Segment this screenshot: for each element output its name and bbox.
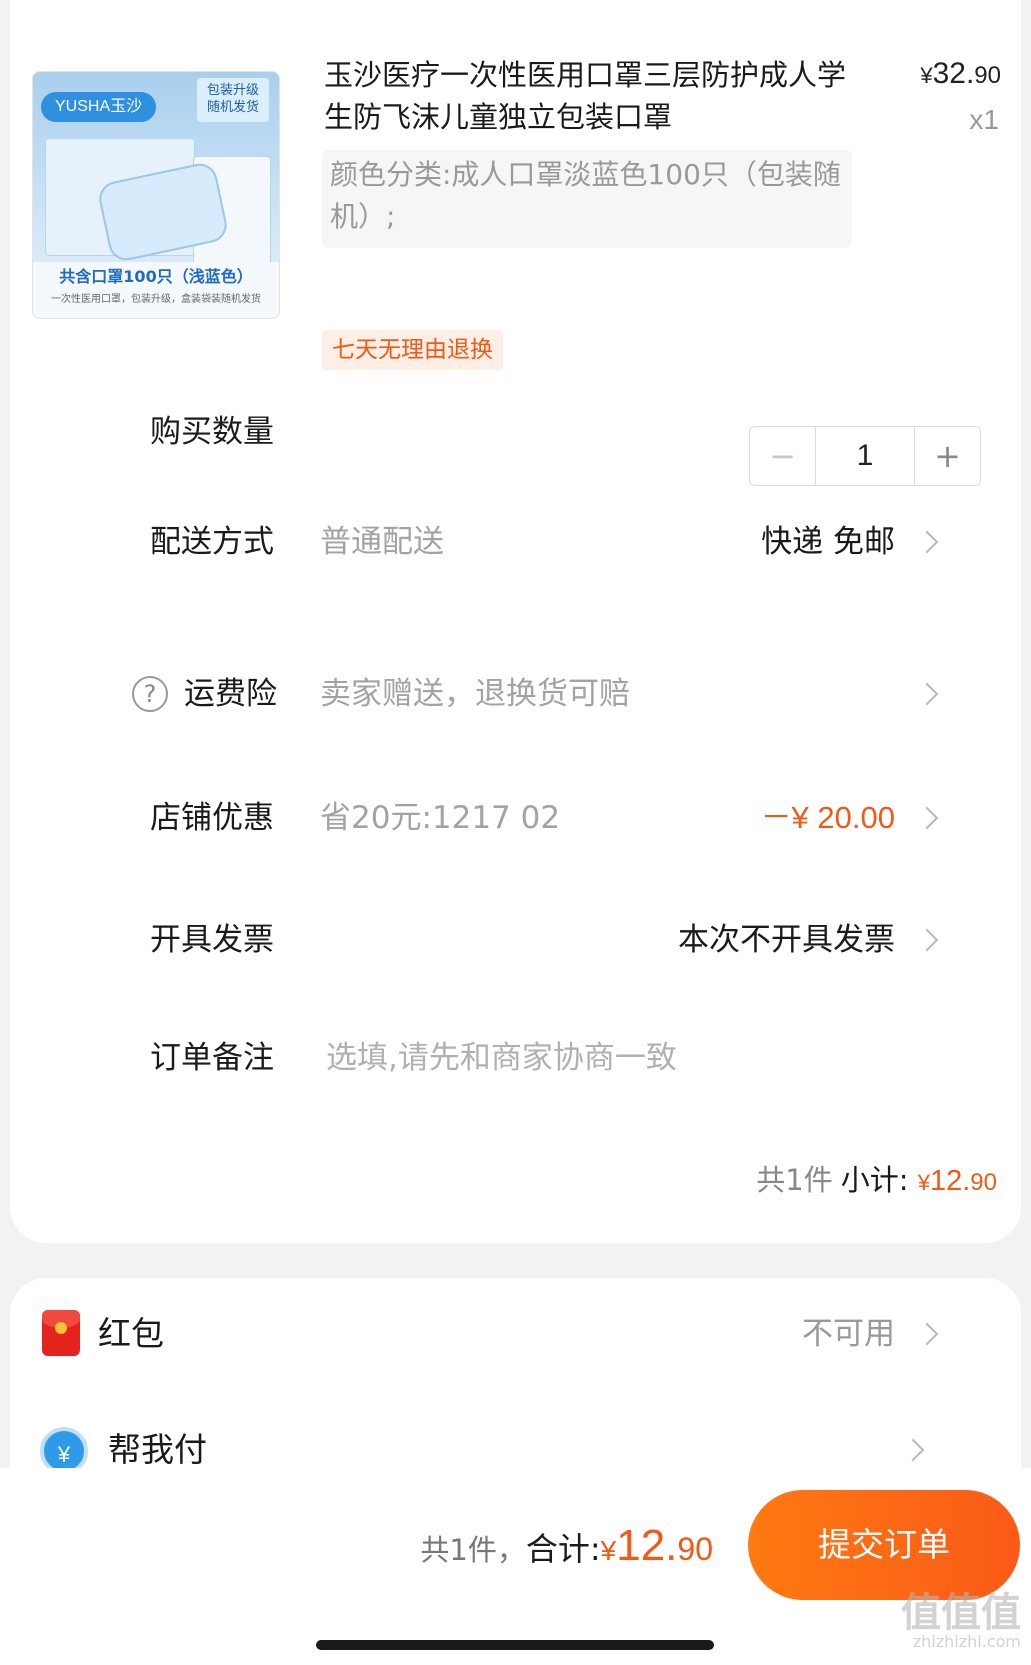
store-discount-label: 店铺优惠 [150, 800, 274, 836]
store-discount-desc: 省20元:1217 02 [320, 800, 561, 836]
subtotal-label: 小计: [840, 1163, 909, 1197]
return-policy-tag: 七天无理由退换 [322, 330, 503, 370]
help-pay-label: 帮我付 [108, 1430, 207, 1469]
order-total: 共1件，合计:¥12.90 [420, 1518, 713, 1583]
red-packet-icon [42, 1310, 80, 1356]
watermark-url: zhizhizhi.com [912, 1632, 1021, 1651]
subtotal-integer: 12. [929, 1165, 971, 1197]
invoice-label: 开具发票 [150, 922, 274, 958]
store-discount-amount: －¥ 20.00 [760, 800, 895, 835]
watermark: 值值值 zhizhizhi.com [901, 1580, 1021, 1651]
image-caption: 共含口罩100只（浅蓝色） [59, 267, 253, 286]
watermark-text: 值值值 [901, 1590, 1021, 1636]
insurance-desc: 卖家赠送，退换货可赔 [320, 676, 630, 712]
currency-symbol: ¥ [600, 1535, 617, 1566]
delivery-label: 配送方式 [150, 524, 274, 560]
price-integer: 32. [932, 57, 975, 90]
delivery-value: 快递 免邮 [761, 524, 895, 560]
quantity-value[interactable]: 1 [816, 427, 914, 485]
brand-badge: YUSHA玉沙 [41, 92, 157, 122]
decrement-button[interactable]: − [750, 427, 816, 485]
subtotal-amount: ¥12.90 [918, 1165, 997, 1197]
corner-label: 包装升级 随机发货 [197, 78, 269, 122]
order-note-input[interactable]: 选填,请先和商家协商一致 [326, 1038, 677, 1078]
delivery-method: 普通配送 [320, 524, 444, 560]
total-count: 共1件， [420, 1533, 526, 1567]
increment-button[interactable]: + [914, 427, 980, 485]
currency-symbol: ¥ [917, 1170, 930, 1195]
help-icon[interactable]: ? [132, 676, 168, 712]
subtotal-decimal: 90 [970, 1169, 997, 1196]
price-decimal: 90 [974, 62, 1001, 89]
product-title[interactable]: 玉沙医疗一次性医用口罩三层防护成人学生防飞沫儿童独立包装口罩 [324, 54, 864, 138]
invoice-value: 本次不开具发票 [678, 922, 895, 958]
subtotal-count: 共1件 [756, 1163, 833, 1197]
product-image[interactable]: YUSHA玉沙 包装升级 随机发货 共含口罩100只（浅蓝色） 一次性医用口罩，… [32, 71, 280, 319]
home-indicator[interactable] [316, 1640, 714, 1650]
total-amount: ¥12.90 [601, 1521, 713, 1570]
image-subcaption: 一次性医用口罩，包装升级，盒装袋装随机发货 [51, 294, 261, 305]
sku-spec[interactable]: 颜色分类:成人口罩淡蓝色100只（包装随机）; [322, 150, 852, 248]
insurance-label: 运费险 [184, 676, 277, 712]
total-decimal: 90 [677, 1531, 713, 1567]
red-packet-label: 红包 [98, 1314, 164, 1353]
image-caption-bar: 共含口罩100只（浅蓝色） 一次性医用口罩，包装升级，盒装袋装随机发货 [33, 262, 279, 318]
quantity-stepper: − 1 + [749, 426, 981, 486]
currency-symbol: ¥ [920, 63, 933, 88]
red-packet-status: 不可用 [802, 1316, 895, 1352]
subtotal: 共1件 小计: ¥12.90 [756, 1160, 997, 1203]
total-label: 合计: [525, 1530, 601, 1568]
total-integer: 12. [616, 1521, 678, 1570]
product-price: ¥32.90 [920, 57, 1001, 91]
order-note-label: 订单备注 [150, 1040, 274, 1076]
quantity-label: 购买数量 [150, 414, 274, 450]
item-quantity: x1 [969, 104, 999, 135]
